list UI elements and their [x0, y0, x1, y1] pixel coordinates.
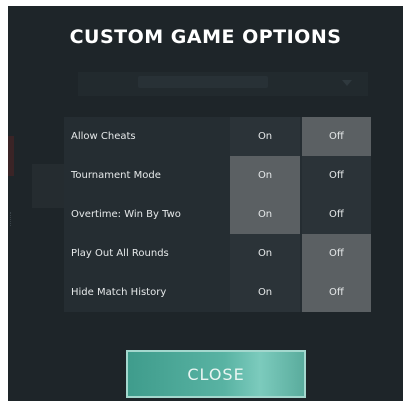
custom-game-options-dialog: CUSTOM GAME OPTIONS Allow Cheats On Off …	[8, 6, 403, 401]
option-off-button[interactable]: Off	[301, 156, 371, 195]
option-label: Allow Cheats	[71, 131, 136, 142]
option-row-hide-match-history: Hide Match History On Off	[64, 273, 371, 312]
option-label: Hide Match History	[71, 287, 167, 298]
option-on-button[interactable]: On	[230, 156, 300, 195]
option-label: Overtime: Win By Two	[71, 209, 181, 220]
option-on-button[interactable]: On	[230, 195, 300, 234]
option-row-tournament-mode: Tournament Mode On Off	[64, 156, 371, 195]
option-on-button[interactable]: On	[230, 234, 300, 273]
option-off-button[interactable]: Off	[301, 195, 371, 234]
close-button[interactable]: CLOSE	[126, 350, 306, 398]
option-label: Play Out All Rounds	[71, 248, 169, 259]
options-list: Allow Cheats On Off Tournament Mode On O…	[64, 117, 371, 312]
chevron-down-icon	[342, 80, 352, 86]
option-off-button[interactable]: Off	[301, 117, 371, 156]
background-dropdown-text	[138, 76, 268, 88]
option-row-allow-cheats: Allow Cheats On Off	[64, 117, 371, 156]
option-label: Tournament Mode	[71, 170, 161, 181]
option-on-button[interactable]: On	[230, 117, 300, 156]
option-on-button[interactable]: On	[230, 273, 300, 312]
option-off-button[interactable]: Off	[301, 234, 371, 273]
background-divider	[10, 212, 17, 226]
option-off-button[interactable]: Off	[301, 273, 371, 312]
option-row-play-out-all-rounds: Play Out All Rounds On Off	[64, 234, 371, 273]
option-row-overtime-win-by-two: Overtime: Win By Two On Off	[64, 195, 371, 234]
background-accent	[8, 136, 14, 176]
dialog-title: CUSTOM GAME OPTIONS	[69, 26, 342, 48]
